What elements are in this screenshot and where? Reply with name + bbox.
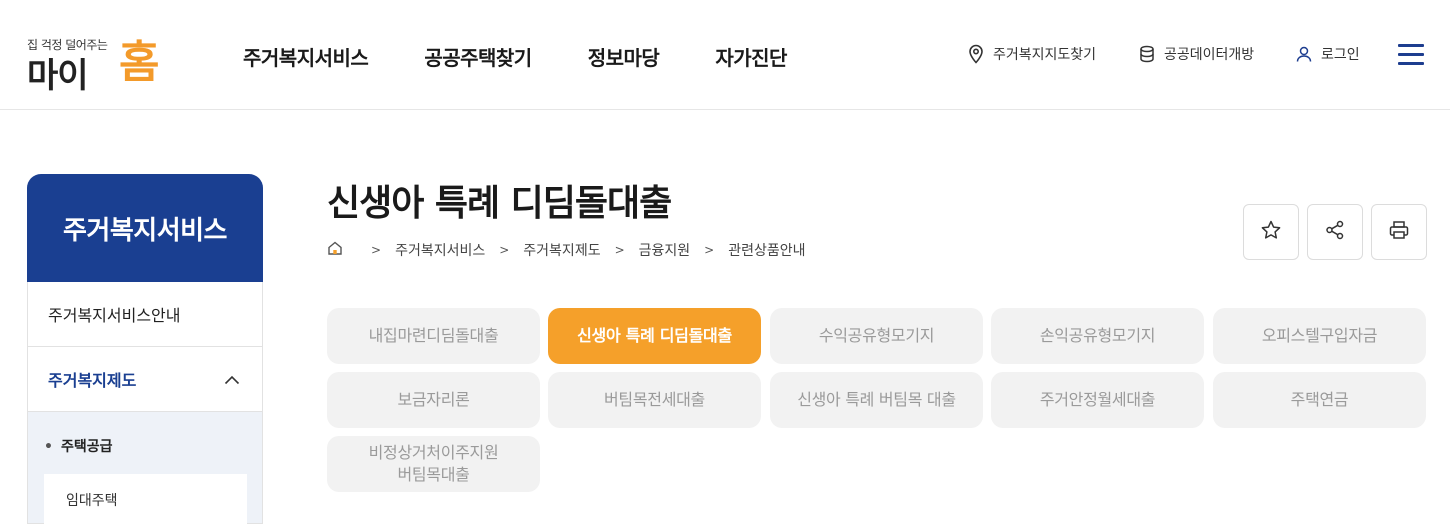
tab-newborn-didimdol-loan[interactable]: 신생아 특례 디딤돌대출: [548, 308, 761, 364]
home-icon[interactable]: [327, 240, 343, 260]
nav-item-public-housing[interactable]: 공공주택찾기: [424, 42, 532, 71]
tab-relocation-support-loan[interactable]: 비정상거처이주지원 버팀목대출: [327, 436, 540, 492]
chevron-up-icon: [224, 370, 240, 389]
open-data-link-label: 공공데이터개방: [1164, 47, 1255, 63]
tab-bogeumjari-loan[interactable]: 보금자리론: [327, 372, 540, 428]
map-link-label: 주거복지지도찾기: [993, 47, 1097, 63]
breadcrumb-item[interactable]: 관련상품안내: [728, 240, 805, 260]
main-navigation: 주거복지서비스 공공주택찾기 정보마당 자가진단: [243, 42, 787, 71]
tab-profit-share-mortgage[interactable]: 수익공유형모기지: [770, 308, 983, 364]
tab-monthly-rent-loan[interactable]: 주거안정월세대출: [991, 372, 1204, 428]
breadcrumb-item[interactable]: 금융지원: [639, 240, 691, 260]
logo[interactable]: 집 걱정 덜어주는 마이 홈: [27, 26, 167, 96]
sidebar-subitem-rental-housing[interactable]: 임대주택: [44, 474, 247, 524]
tab-newborn-beotimmok-loan[interactable]: 신생아 특례 버팀목 대출: [770, 372, 983, 428]
sidebar-item-service-guide[interactable]: 주거복지서비스안내: [27, 282, 263, 347]
nav-item-info[interactable]: 정보마당: [588, 42, 660, 71]
tab-jeonse-loan[interactable]: 버팀목전세대출: [548, 372, 761, 428]
logo-accent-text: 홈: [119, 37, 160, 88]
breadcrumb-item[interactable]: 주거복지서비스: [395, 240, 485, 260]
open-data-link[interactable]: 공공데이터개방: [1138, 44, 1254, 64]
database-icon: [1138, 45, 1156, 63]
map-link[interactable]: 주거복지지도찾기: [967, 44, 1096, 64]
hamburger-menu-icon[interactable]: [1398, 44, 1424, 66]
breadcrumb-separator: >: [614, 243, 625, 257]
user-icon: [1295, 45, 1313, 63]
print-icon: [1388, 219, 1410, 245]
sidebar-submenu: 주택공급 임대주택: [27, 412, 263, 524]
breadcrumb-item[interactable]: 주거복지제도: [523, 240, 600, 260]
sidebar-subitem-housing-supply[interactable]: 주택공급: [44, 436, 113, 456]
sidebar-item-label: 주거복지제도: [48, 371, 137, 390]
nav-item-housing-welfare[interactable]: 주거복지서비스: [243, 42, 369, 71]
sidebar-item-welfare-system[interactable]: 주거복지제도: [27, 347, 263, 412]
share-button[interactable]: [1307, 204, 1363, 260]
tab-officetel-purchase[interactable]: 오피스텔구입자금: [1213, 308, 1426, 364]
tab-profit-loss-share-mortgage[interactable]: 손익공유형모기지: [991, 308, 1204, 364]
logo-text: 마이: [27, 56, 89, 96]
sidebar-item-label: 주거복지서비스안내: [48, 306, 181, 325]
login-link[interactable]: 로그인: [1295, 44, 1360, 64]
tab-home-purchase-loan[interactable]: 내집마련디딤돌대출: [327, 308, 540, 364]
favorite-button[interactable]: [1243, 204, 1299, 260]
breadcrumb-separator: >: [371, 243, 382, 257]
page-title: 신생아 특례 디딤돌대출: [327, 183, 672, 224]
print-button[interactable]: [1371, 204, 1427, 260]
breadcrumb: > 주거복지서비스 > 주거복지제도 > 금융지원 > 관련상품안내: [327, 240, 806, 260]
site-header: 집 걱정 덜어주는 마이 홈 주거복지서비스 공공주택찾기 정보마당 자가진단 …: [0, 0, 1450, 110]
nav-item-self-check[interactable]: 자가진단: [715, 42, 787, 71]
share-icon: [1324, 219, 1346, 245]
star-icon: [1260, 219, 1282, 245]
breadcrumb-separator: >: [704, 243, 715, 257]
breadcrumb-separator: >: [499, 243, 510, 257]
login-link-label: 로그인: [1321, 47, 1360, 63]
sidebar-title: 주거복지서비스: [27, 174, 263, 282]
tab-housing-pension[interactable]: 주택연금: [1213, 372, 1426, 428]
map-pin-icon: [967, 44, 985, 64]
